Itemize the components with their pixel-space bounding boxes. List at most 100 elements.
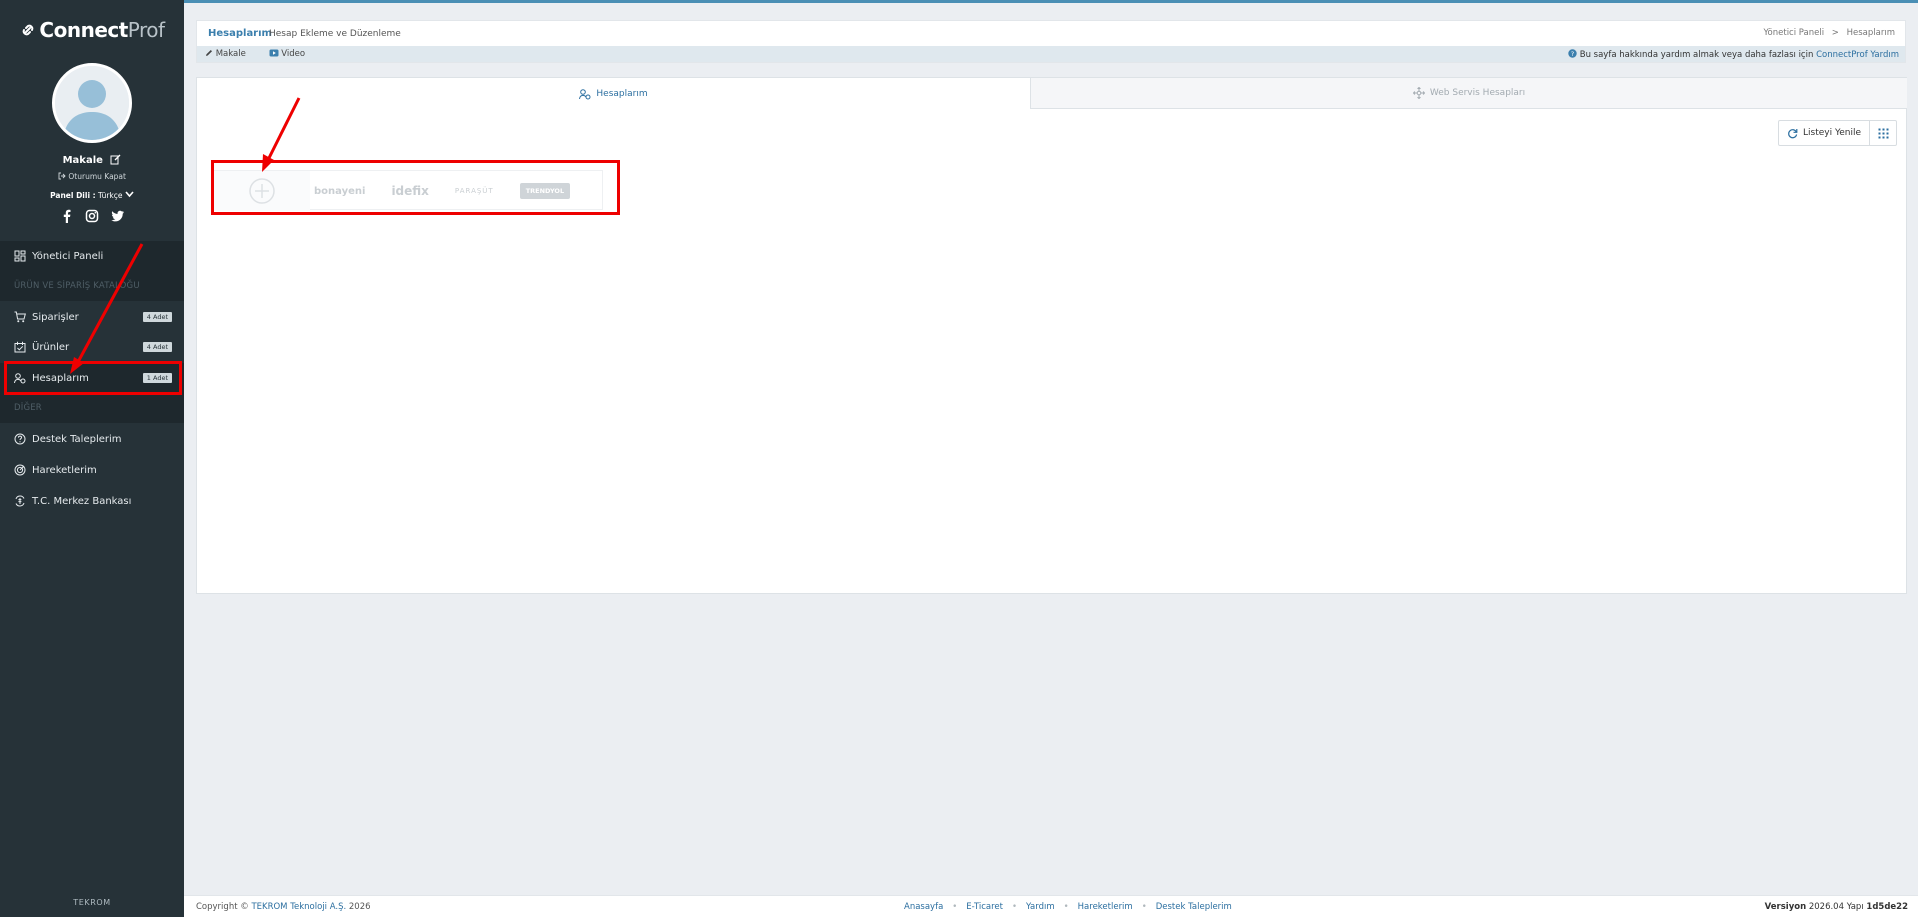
link-logo-icon <box>19 20 37 44</box>
brand-name-light: Prof <box>127 18 165 42</box>
build-value: 1d5de22 <box>1866 902 1908 912</box>
user-name-text: Makale <box>62 155 103 166</box>
page-header: Hesaplarım Hesap Ekleme ve Düzenleme Yön… <box>196 20 1906 46</box>
refresh-list-button[interactable]: Listeyi Yenile <box>1779 121 1871 145</box>
sidebar-item-label: T.C. Merkez Bankası <box>32 495 132 507</box>
sidebar: ConnectProf Makale Oturumu Kapat Panel D… <box>0 0 184 917</box>
count-badge: 4 Adet <box>142 342 172 352</box>
sidebar-item-label: Destek Taleplerim <box>32 433 122 445</box>
section-catalog: ÜRÜN VE SİPARİŞ KATALOĞU <box>0 271 184 301</box>
sidebar-item-activity[interactable]: Hareketlerim <box>0 455 184 485</box>
youtube-icon <box>269 49 279 57</box>
edit-icon[interactable] <box>110 154 121 168</box>
sidebar-item-label: Hareketlerim <box>32 464 97 476</box>
annotation-box-card <box>211 160 620 215</box>
user-account-icon <box>579 88 591 100</box>
company-link[interactable]: TEKROM Teknoloji A.Ş. <box>251 902 346 912</box>
copyright-prefix: Copyright © <box>196 902 249 912</box>
footer-brand: TEKROM <box>73 898 111 907</box>
tab-label: Hesaplarım <box>596 88 648 99</box>
refresh-label: Listeyi Yenile <box>1803 128 1862 138</box>
tab-accounts[interactable]: Hesaplarım <box>197 78 1031 109</box>
sidebar-item-orders[interactable]: Siparişler 4 Adet <box>0 302 184 332</box>
footer-separator: • <box>1063 902 1069 912</box>
sidebar-item-label: Siparişler <box>32 311 79 323</box>
grid-icon <box>1878 128 1889 138</box>
breadcrumb-separator: > <box>1831 28 1839 38</box>
sidebar-item-label: Ürünler <box>32 341 70 353</box>
footer-link-ecommerce[interactable]: E-Ticaret <box>966 902 1003 912</box>
breadcrumb-current: Hesaplarım <box>1846 28 1895 38</box>
help-description: Bu sayfa hakkında yardım almak veya daha… <box>1579 50 1814 60</box>
page-footer: Copyright © TEKROM Teknoloji A.Ş. 2026 A… <box>184 895 1918 917</box>
footer-link-activity[interactable]: Hareketlerim <box>1078 902 1133 912</box>
section-label-catalog: ÜRÜN VE SİPARİŞ KATALOĞU <box>14 281 140 291</box>
top-accent-bar <box>184 0 1918 3</box>
sidebar-item-support[interactable]: Destek Taleplerim <box>0 424 184 454</box>
sidebar-item-dashboard[interactable]: Yönetici Paneli <box>0 241 184 271</box>
build-label: Yapı <box>1846 902 1864 912</box>
footer-link-support[interactable]: Destek Taleplerim <box>1156 902 1232 912</box>
footer-links: Anasayfa • E-Ticaret • Yardım • Hareketlerim • D… <box>904 902 1232 912</box>
refresh-icon <box>1788 128 1798 138</box>
version-info: Versiyon 2026.04 Yapı 1d5de22 <box>1765 902 1908 912</box>
activity-icon <box>14 464 26 476</box>
question-icon <box>14 433 26 445</box>
accounts-panel: Hesaplarım Web Servis Hesapları Listeyi … <box>196 77 1907 594</box>
box-icon <box>14 341 26 353</box>
breadcrumb: Yönetici Paneli > Hesaplarım <box>1763 28 1895 38</box>
copyright: Copyright © TEKROM Teknoloji A.Ş. 2026 <box>196 902 371 912</box>
version-label: Versiyon <box>1764 902 1807 912</box>
help-circle-icon: ? <box>1568 49 1577 58</box>
copyright-year: 2026 <box>348 902 371 912</box>
instagram-icon[interactable] <box>85 209 99 223</box>
video-link[interactable]: Video <box>269 49 316 59</box>
network-icon <box>1412 86 1426 100</box>
article-label: Makale <box>215 49 246 59</box>
help-links: Makale Video <box>205 49 325 59</box>
avatar-placeholder-icon <box>55 66 129 140</box>
help-bar: Makale Video ? Bu sayfa hakkında yardım … <box>196 46 1906 63</box>
user-name: Makale <box>0 154 184 168</box>
version-value: 2026.04 <box>1808 902 1844 912</box>
video-label: Video <box>281 49 306 59</box>
logout-icon <box>58 172 68 181</box>
section-other: DİĞER <box>0 393 184 423</box>
annotation-box-sidebar <box>4 361 182 395</box>
footer-separator: • <box>1012 902 1018 912</box>
count-badge: 4 Adet <box>142 312 172 322</box>
footer-separator: • <box>952 902 958 912</box>
sidebar-item-central-bank[interactable]: T.C. Merkez Bankası <box>0 486 184 516</box>
footer-separator: • <box>1141 902 1147 912</box>
tab-label: Web Servis Hesapları <box>1429 88 1526 98</box>
breadcrumb-home[interactable]: Yönetici Paneli <box>1763 28 1824 38</box>
tab-web-service-accounts[interactable]: Web Servis Hesapları <box>1031 78 1907 109</box>
social-links <box>0 209 184 223</box>
page-title: Hesaplarım <box>208 28 272 39</box>
sidebar-item-products[interactable]: Ürünler 4 Adet <box>0 332 184 362</box>
cart-icon <box>14 311 26 323</box>
help-text: ? Bu sayfa hakkında yardım almak veya da… <box>1568 49 1899 60</box>
dashboard-icon <box>14 250 26 262</box>
article-link[interactable]: Makale <box>205 49 259 59</box>
svg-text:?: ? <box>1571 50 1574 58</box>
language-selector[interactable]: Panel Dili : Türkçe <box>0 191 184 200</box>
logout-label: Oturumu Kapat <box>68 172 126 181</box>
brand-logo[interactable]: ConnectProf <box>0 18 184 44</box>
avatar[interactable] <box>52 63 132 143</box>
footer-link-home[interactable]: Anasayfa <box>904 902 943 912</box>
grid-view-button[interactable] <box>1870 121 1896 145</box>
section-label-other: DİĞER <box>14 403 42 413</box>
facebook-icon[interactable] <box>60 209 74 223</box>
logout-link[interactable]: Oturumu Kapat <box>0 172 184 181</box>
help-link[interactable]: ConnectProf Yardım <box>1816 50 1899 60</box>
twitter-icon[interactable] <box>110 209 125 223</box>
footer-link-help[interactable]: Yardım <box>1026 902 1055 912</box>
language-label: Panel Dili : <box>50 191 96 200</box>
currency-icon <box>14 495 26 507</box>
page-subtitle: Hesap Ekleme ve Düzenleme <box>269 29 401 39</box>
pencil-icon <box>206 50 212 56</box>
sidebar-item-label: Yönetici Paneli <box>32 250 104 262</box>
language-value: Türkçe <box>98 191 123 200</box>
brand-name-bold: Connect <box>39 18 128 42</box>
